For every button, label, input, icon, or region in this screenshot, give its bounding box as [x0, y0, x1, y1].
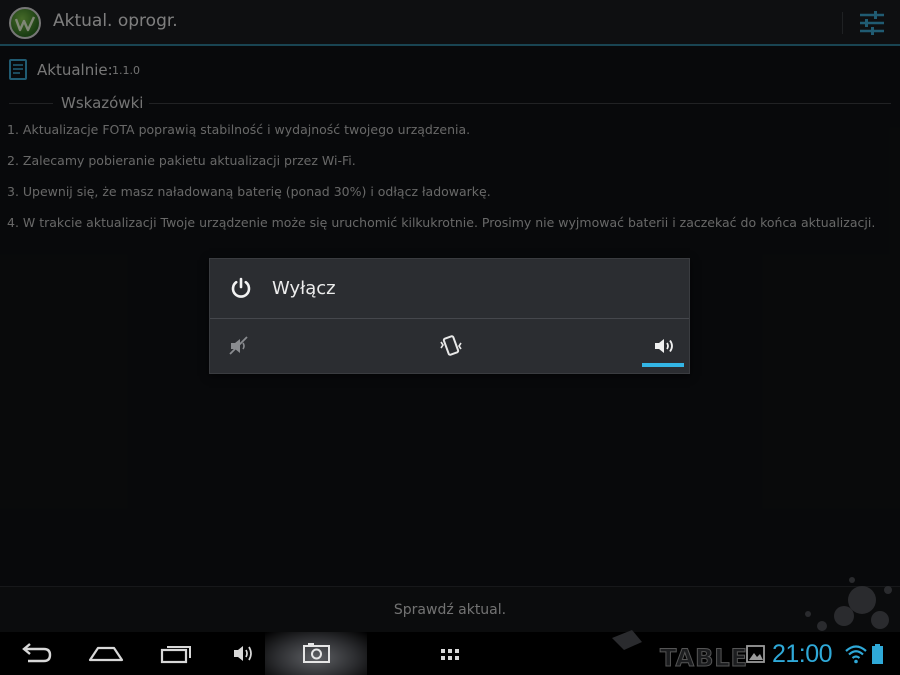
volume-muted-icon	[229, 336, 248, 355]
back-icon	[22, 643, 52, 663]
home-icon	[88, 646, 124, 662]
app-window: Aktual. oprogr. Aktualnie: 1.1.0 Wskazów…	[0, 0, 900, 632]
silent-mode-button[interactable]	[210, 319, 270, 373]
volume-icon	[234, 646, 252, 661]
status-clock: 21:00	[772, 640, 833, 668]
gallery-notification[interactable]	[744, 632, 768, 675]
wifi-status	[844, 632, 868, 675]
camera-icon	[303, 643, 330, 663]
recents-button[interactable]	[154, 632, 198, 675]
apps-grid-icon	[441, 649, 459, 660]
power-off-label: Wyłącz	[272, 278, 336, 299]
back-button[interactable]	[14, 632, 58, 675]
battery-status	[870, 632, 886, 675]
apps-button[interactable]	[432, 632, 468, 675]
selected-mode-indicator	[642, 363, 684, 367]
vibrate-mode-button[interactable]	[420, 319, 480, 373]
battery-icon	[872, 644, 883, 664]
gallery-icon	[746, 645, 765, 663]
volume-button[interactable]	[228, 632, 262, 675]
screenshot-button[interactable]	[296, 632, 336, 675]
vibrate-icon	[440, 335, 462, 356]
power-icon	[231, 277, 251, 298]
wifi-icon	[845, 645, 867, 664]
home-button[interactable]	[84, 632, 128, 675]
volume-icon	[655, 339, 673, 353]
power-dialog: Wyłącz	[209, 258, 690, 374]
system-navigation-bar: 21:00	[0, 632, 900, 675]
power-off-option[interactable]: Wyłącz	[210, 259, 689, 318]
recents-icon	[160, 646, 191, 664]
